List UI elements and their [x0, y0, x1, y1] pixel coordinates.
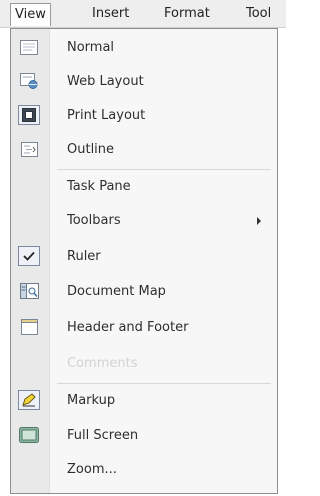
menu-item-label: Print Layout [67, 108, 146, 123]
menu-item-full-screen[interactable]: Full Screen [11, 421, 277, 451]
normal-view-icon [19, 38, 39, 56]
menu-item-comments: Comments [11, 349, 277, 379]
menu-item-header-footer[interactable]: Header and Footer [11, 313, 277, 343]
menu-item-markup[interactable]: Markup [11, 386, 277, 416]
markup-icon [18, 390, 40, 410]
outline-view-icon [19, 140, 39, 158]
checkmark-icon [18, 246, 40, 266]
menu-item-label: Full Screen [67, 428, 139, 443]
menu-item-label: Comments [67, 356, 138, 371]
menu-item-label: Normal [67, 40, 115, 55]
menu-separator [57, 169, 271, 170]
menu-item-task-pane[interactable]: Task Pane [11, 172, 277, 202]
header-footer-icon [19, 318, 39, 336]
menubar-insert[interactable]: Insert [88, 5, 133, 23]
menu-item-label: Task Pane [67, 179, 131, 194]
submenu-arrow-icon [257, 217, 261, 225]
menu-item-label: Header and Footer [67, 320, 189, 335]
full-screen-icon [19, 426, 39, 444]
menu-item-label: Markup [67, 393, 116, 408]
print-layout-icon [18, 105, 40, 125]
menu-item-document-map[interactable]: Document Map [11, 277, 277, 307]
menu-item-label: Web Layout [67, 74, 144, 89]
menu-item-print-layout[interactable]: Print Layout [11, 101, 277, 131]
menu-item-ruler[interactable]: Ruler [11, 242, 277, 272]
menu-item-normal[interactable]: Normal [11, 33, 277, 63]
menubar-format[interactable]: Format [160, 5, 214, 23]
menu-bar: View Insert Format Tool [0, 0, 286, 28]
menu-item-label: Outline [67, 142, 115, 157]
view-menu-dropdown: Normal Web Layout Print Layout Outline T… [10, 28, 278, 494]
document-map-icon [19, 282, 39, 300]
menu-item-label: Ruler [67, 249, 101, 264]
menu-item-zoom[interactable]: Zoom... [11, 455, 277, 485]
menu-item-web-layout[interactable]: Web Layout [11, 67, 277, 97]
menu-item-label: Toolbars [67, 213, 121, 228]
web-layout-icon [19, 72, 39, 90]
menu-item-label: Zoom... [67, 462, 117, 477]
menubar-tools[interactable]: Tool [242, 5, 275, 23]
menu-item-outline[interactable]: Outline [11, 135, 277, 165]
menu-item-label: Document Map [67, 284, 166, 299]
menu-separator [57, 383, 271, 384]
menu-item-toolbars[interactable]: Toolbars [11, 206, 277, 236]
menubar-view[interactable]: View [10, 3, 51, 26]
